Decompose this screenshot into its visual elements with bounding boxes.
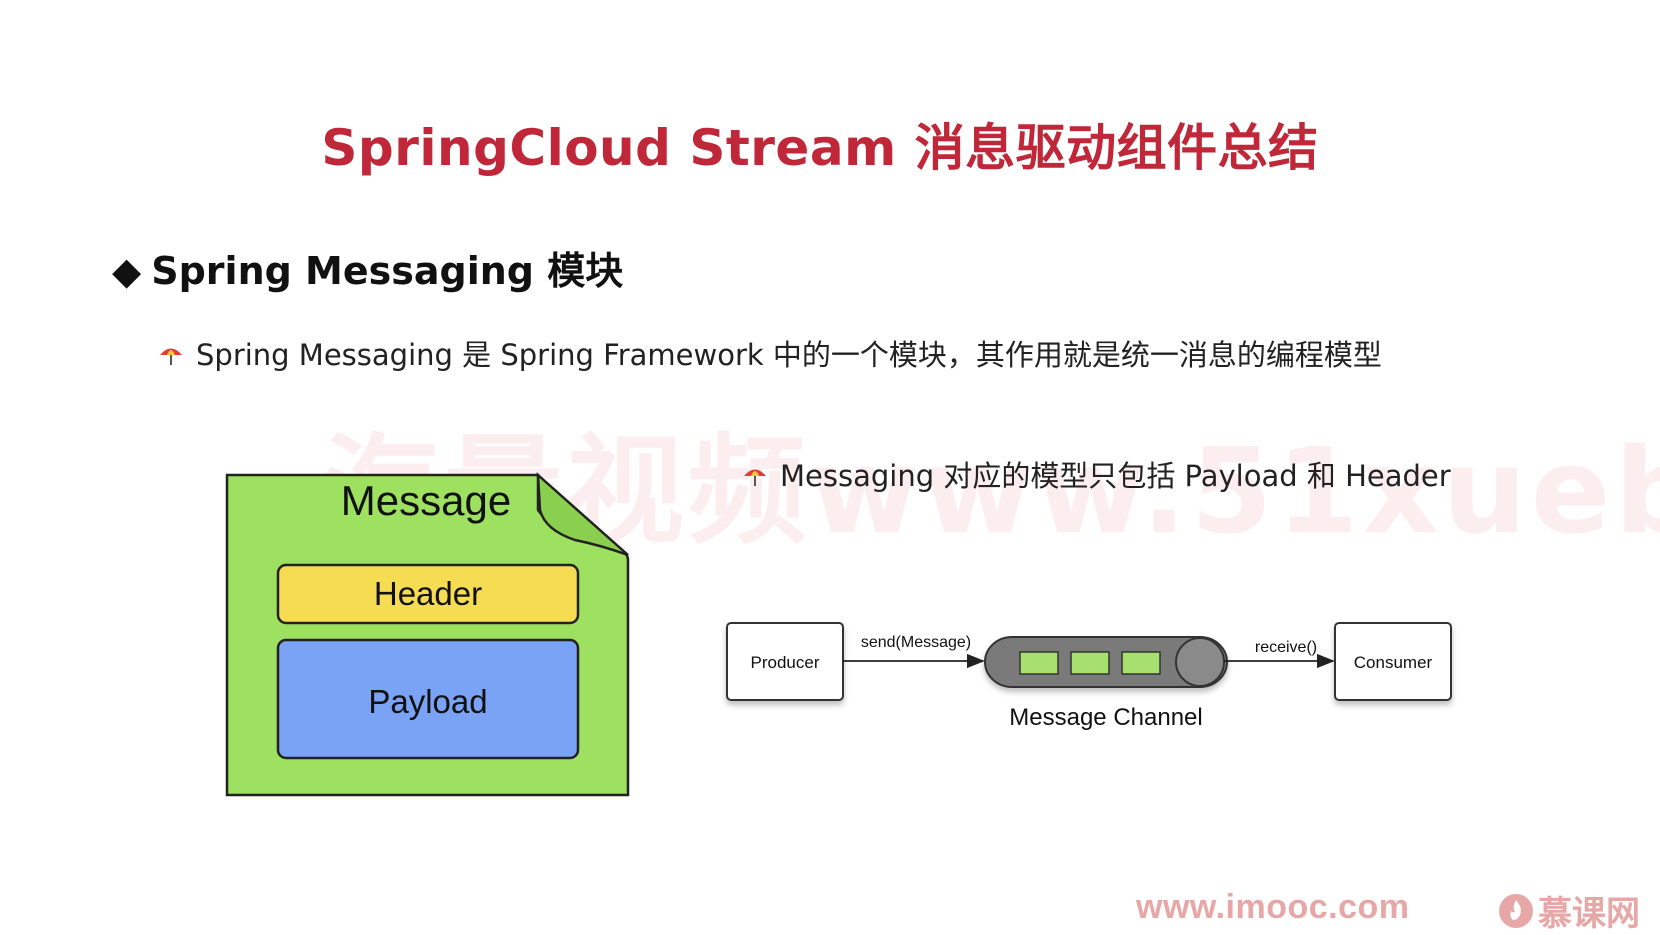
channel-message: [1121, 651, 1161, 675]
channel-message: [1070, 651, 1110, 675]
footer-url: www.imooc.com: [1136, 888, 1410, 926]
diagram-canvas: Message Header Payload Producer send(Mes…: [225, 472, 1452, 797]
channel-message: [1019, 651, 1059, 675]
footer-brand-text: 慕课网: [1538, 894, 1640, 934]
channel-end-cap: [1175, 637, 1225, 687]
flame-logo-icon: [1499, 893, 1533, 928]
message-label: Message: [341, 477, 511, 524]
channel-diagram: Producer send(Message) Message Channel r…: [726, 622, 1452, 731]
producer-label: Producer: [751, 653, 820, 672]
consumer-label: Consumer: [1354, 653, 1433, 672]
send-label: send(Message): [861, 634, 971, 651]
footer-brand: 慕课网: [1498, 886, 1640, 935]
message-diagram: Message Header Payload: [225, 472, 630, 797]
header-label: Header: [374, 575, 482, 612]
channel-label: Message Channel: [1009, 704, 1202, 731]
payload-label: Payload: [368, 683, 487, 720]
receive-label: receive(): [1255, 639, 1317, 656]
